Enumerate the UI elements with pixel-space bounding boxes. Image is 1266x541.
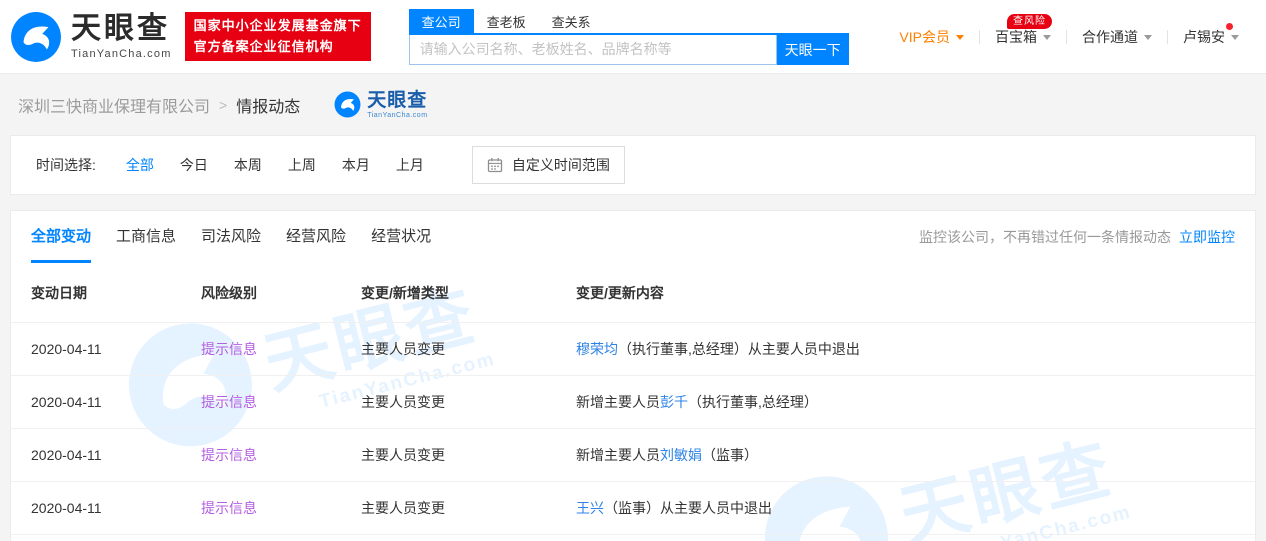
breadcrumb-company-link[interactable]: 深圳三快商业保理有限公司 bbox=[18, 93, 210, 117]
cell-date: 2020-04-11 bbox=[31, 447, 201, 463]
chevron-down-icon bbox=[1144, 35, 1152, 40]
col-header-change-content: 变更/更新内容 bbox=[576, 283, 1235, 303]
time-option-today[interactable]: 今日 bbox=[180, 155, 208, 175]
chevron-down-icon bbox=[956, 35, 964, 40]
tianyancha-mini-logo: 天眼查 TianYanCha.com bbox=[334, 91, 427, 119]
tianyancha-logo[interactable]: 天眼查 TianYanCha.com bbox=[10, 11, 172, 63]
table-header-row: 变动日期 风险级别 变更/新增类型 变更/更新内容 bbox=[11, 263, 1255, 323]
cell-change-type: 主要人员变更 bbox=[361, 339, 576, 359]
custom-date-range-label: 自定义时间范围 bbox=[512, 155, 610, 175]
user-account-menu[interactable]: 卢锡安 bbox=[1168, 27, 1254, 47]
intel-feed-card: 天眼查 TianYanCha.com 天眼查 TianYanCha.com 全部… bbox=[10, 210, 1256, 541]
search-input[interactable] bbox=[409, 35, 777, 65]
col-header-date: 变动日期 bbox=[31, 283, 201, 303]
vip-menu[interactable]: VIP会员 bbox=[884, 27, 979, 47]
time-option-last-month[interactable]: 上月 bbox=[396, 155, 424, 175]
time-option-this-month[interactable]: 本月 bbox=[342, 155, 370, 175]
cell-change-content: 穆荣均（执行董事,总经理）从主要人员中退出 bbox=[576, 339, 1235, 359]
risk-level-link[interactable]: 提示信息 bbox=[201, 447, 257, 463]
partner-label: 合作通道 bbox=[1082, 27, 1138, 47]
search-tab-boss[interactable]: 查老板 bbox=[474, 9, 539, 33]
monitor-now-link[interactable]: 立即监控 bbox=[1179, 229, 1235, 245]
search-tabs: 查公司 查老板 查关系 bbox=[409, 9, 849, 35]
partner-menu[interactable]: 合作通道 bbox=[1067, 27, 1167, 47]
search-block: 查公司 查老板 查关系 天眼一下 bbox=[409, 9, 849, 65]
custom-date-range-button[interactable]: 自定义时间范围 bbox=[472, 146, 625, 184]
tab-legal-risk[interactable]: 司法风险 bbox=[201, 211, 261, 263]
person-link[interactable]: 穆荣均 bbox=[576, 341, 618, 357]
username: 卢锡安 bbox=[1183, 29, 1225, 45]
time-option-this-week[interactable]: 本周 bbox=[234, 155, 262, 175]
toolbox-menu[interactable]: 查风险 百宝箱 bbox=[980, 27, 1066, 47]
chevron-down-icon bbox=[1043, 35, 1051, 40]
breadcrumb-current-page: 情报动态 bbox=[236, 93, 300, 117]
gov-badge-line2: 官方备案企业征信机构 bbox=[194, 37, 362, 58]
brand-domain: TianYanCha.com bbox=[71, 48, 172, 60]
col-header-change-type: 变更/新增类型 bbox=[361, 283, 576, 303]
mini-logo-domain: TianYanCha.com bbox=[367, 112, 427, 119]
brand-name: 天眼查 bbox=[71, 14, 172, 44]
cell-change-type: 主要人员变更 bbox=[361, 498, 576, 518]
toolbox-label: 百宝箱 bbox=[995, 27, 1037, 47]
risk-check-badge: 查风险 bbox=[1007, 14, 1052, 29]
search-tab-company[interactable]: 查公司 bbox=[409, 9, 474, 33]
mini-logo-name: 天眼查 bbox=[367, 91, 427, 110]
cell-change-type: 主要人员变更 bbox=[361, 392, 576, 412]
col-header-risk-level: 风险级别 bbox=[201, 283, 361, 303]
tianyancha-mini-logo-icon bbox=[334, 91, 361, 118]
cell-change-content: 王兴（监事）从主要人员中退出 bbox=[576, 498, 1235, 518]
time-filter-bar: 时间选择: 全部 今日 本周 上周 本月 上月 自定义时间范围 bbox=[10, 135, 1256, 195]
risk-level-link[interactable]: 提示信息 bbox=[201, 341, 257, 357]
table-row: 2020-04-11 提示信息 主要人员变更 新增主要人员刘敏娟（监事） bbox=[11, 429, 1255, 482]
search-tab-relation[interactable]: 查关系 bbox=[539, 9, 604, 33]
person-link[interactable]: 王兴 bbox=[576, 500, 604, 516]
time-option-all[interactable]: 全部 bbox=[126, 155, 154, 175]
search-button[interactable]: 天眼一下 bbox=[777, 35, 849, 65]
cell-change-type: 主要人员变更 bbox=[361, 445, 576, 465]
cell-date: 2020-04-11 bbox=[31, 500, 201, 516]
person-link[interactable]: 彭千 bbox=[660, 394, 688, 410]
tianyancha-logo-icon bbox=[10, 11, 62, 63]
gov-certification-badge: 国家中小企业发展基金旗下 官方备案企业征信机构 bbox=[185, 12, 371, 62]
tab-business-info[interactable]: 工商信息 bbox=[116, 211, 176, 263]
chevron-down-icon bbox=[1231, 35, 1239, 40]
tab-all-changes[interactable]: 全部变动 bbox=[31, 211, 91, 263]
content-tabs: 全部变动 工商信息 司法风险 经营风险 经营状况 监控该公司，不再错过任何一条情… bbox=[11, 211, 1255, 263]
monitor-hint-text: 监控该公司，不再错过任何一条情报动态 bbox=[919, 229, 1171, 245]
table-row: 2020-04-11 提示信息 主要人员变更 王兴（监事）从主要人员中退出 bbox=[11, 482, 1255, 535]
user-nav: VIP会员 查风险 百宝箱 合作通道 卢锡安 bbox=[884, 27, 1266, 47]
tab-operation-status[interactable]: 经营状况 bbox=[371, 211, 431, 263]
vip-label: VIP会员 bbox=[899, 27, 950, 47]
tab-operation-risk[interactable]: 经营风险 bbox=[286, 211, 346, 263]
risk-level-link[interactable]: 提示信息 bbox=[201, 394, 257, 410]
time-option-last-week[interactable]: 上周 bbox=[288, 155, 316, 175]
cell-change-content: 新增主要人员彭千（执行董事,总经理） bbox=[576, 392, 1235, 412]
cell-date: 2020-04-11 bbox=[31, 341, 201, 357]
time-filter-label: 时间选择: bbox=[36, 155, 96, 175]
calendar-icon bbox=[487, 157, 503, 173]
table-row: 2020-04-11 提示信息 主要人员变更 穆荣均（执行董事,总经理）从主要人… bbox=[11, 323, 1255, 376]
monitor-hint: 监控该公司，不再错过任何一条情报动态立即监控 bbox=[919, 211, 1235, 263]
top-header: 天眼查 TianYanCha.com 国家中小企业发展基金旗下 官方备案企业征信… bbox=[0, 0, 1266, 74]
risk-level-link[interactable]: 提示信息 bbox=[201, 500, 257, 516]
breadcrumb-separator: > bbox=[219, 97, 227, 113]
breadcrumb: 深圳三快商业保理有限公司 > 情报动态 天眼查 TianYanCha.com bbox=[0, 74, 1266, 135]
gov-badge-line1: 国家中小企业发展基金旗下 bbox=[194, 16, 362, 37]
cell-date: 2020-04-11 bbox=[31, 394, 201, 410]
person-link[interactable]: 刘敏娟 bbox=[660, 447, 702, 463]
table-row: 2020-04-11 提示信息 主要人员变更 新增主要人员彭千（执行董事,总经理… bbox=[11, 376, 1255, 429]
cell-change-content: 新增主要人员刘敏娟（监事） bbox=[576, 445, 1235, 465]
notification-dot bbox=[1226, 23, 1233, 30]
